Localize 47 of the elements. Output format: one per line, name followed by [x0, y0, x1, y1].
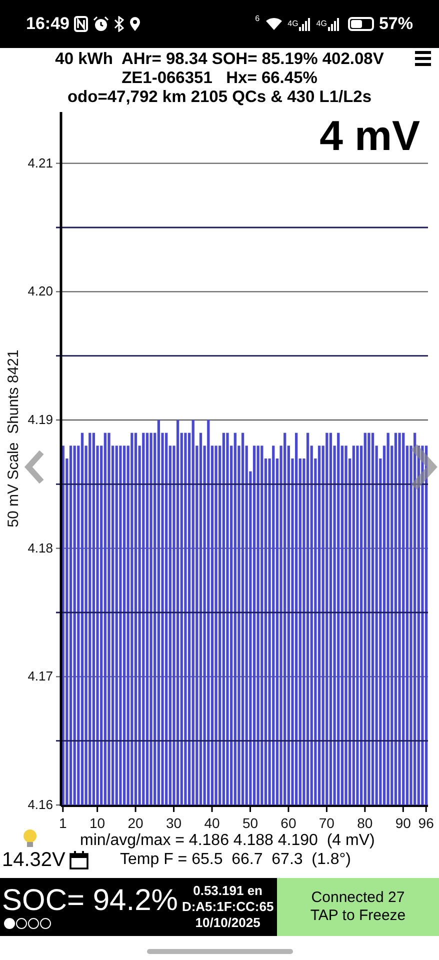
chevron-right-icon[interactable]	[408, 442, 438, 492]
x-tick-label: 60	[280, 815, 296, 831]
x-tick-label: 80	[357, 815, 373, 831]
soc-readout: SOC= 94.2%	[2, 885, 178, 917]
network-type: 4G	[288, 18, 298, 30]
header-line: ZE1-066351 Hx= 66.45%	[122, 69, 318, 88]
location-icon	[129, 16, 142, 32]
network-type: 4G	[316, 18, 327, 30]
y-tick-label: 4.16	[28, 797, 53, 812]
header-line: odo=47,792 km 2105 QCs & 430 L1/L2s	[67, 88, 372, 107]
x-tick-label: 96	[418, 815, 434, 831]
freeze-button[interactable]: Connected 27 TAP to Freeze	[277, 878, 439, 936]
y-tick-label: 4.17	[28, 668, 53, 684]
x-tick-label: 20	[128, 815, 144, 831]
light-bulb-icon[interactable]	[22, 829, 38, 849]
battery-icon	[348, 17, 374, 31]
y-tick-label: 4.21	[28, 155, 53, 170]
calendar-icon[interactable]	[69, 850, 90, 870]
aux-voltage: 14.32V	[2, 849, 66, 871]
x-tick-label: 70	[318, 815, 334, 831]
y-tick-label: 4.18	[28, 540, 53, 556]
x-tick-label: 40	[204, 815, 220, 831]
clock: 16:49	[26, 13, 70, 36]
x-tick-label: 90	[395, 815, 411, 831]
wifi-band-label: 6	[255, 13, 260, 26]
device-info: D:A5:1F:CC:65	[182, 899, 274, 915]
wifi-icon	[264, 17, 283, 31]
header-line: 40 kWh AHr= 98.34 SOH= 85.19% 402.08V	[55, 50, 384, 69]
temperature: Temp F = 65.5 66.7 67.3 (1.8°)	[120, 850, 352, 869]
device-info: 10/10/2025	[195, 915, 260, 931]
bluetooth-icon	[114, 16, 124, 32]
alarm-icon	[93, 16, 110, 32]
min-avg-max: min/avg/max = 4.186 4.188 4.190 (4 mV)	[80, 831, 375, 850]
y-axis-label: 50 mV Scale Shunts 8421	[5, 350, 22, 528]
x-tick-label: 1	[59, 815, 67, 831]
menu-icon[interactable]	[415, 51, 431, 66]
nfc-icon	[74, 16, 88, 32]
signal-icon	[299, 18, 312, 30]
y-tick-label: 4.20	[28, 284, 53, 299]
device-info: 0.53.191 en	[193, 883, 262, 899]
x-tick-label: 30	[166, 815, 182, 831]
x-tick-label: 10	[90, 815, 106, 831]
signal-icon	[328, 18, 340, 30]
x-tick-label: 50	[242, 815, 258, 831]
chart-title: 4 mV	[320, 112, 420, 159]
battery-percent: 57%	[378, 13, 413, 36]
y-tick-label: 4.19	[28, 412, 53, 427]
